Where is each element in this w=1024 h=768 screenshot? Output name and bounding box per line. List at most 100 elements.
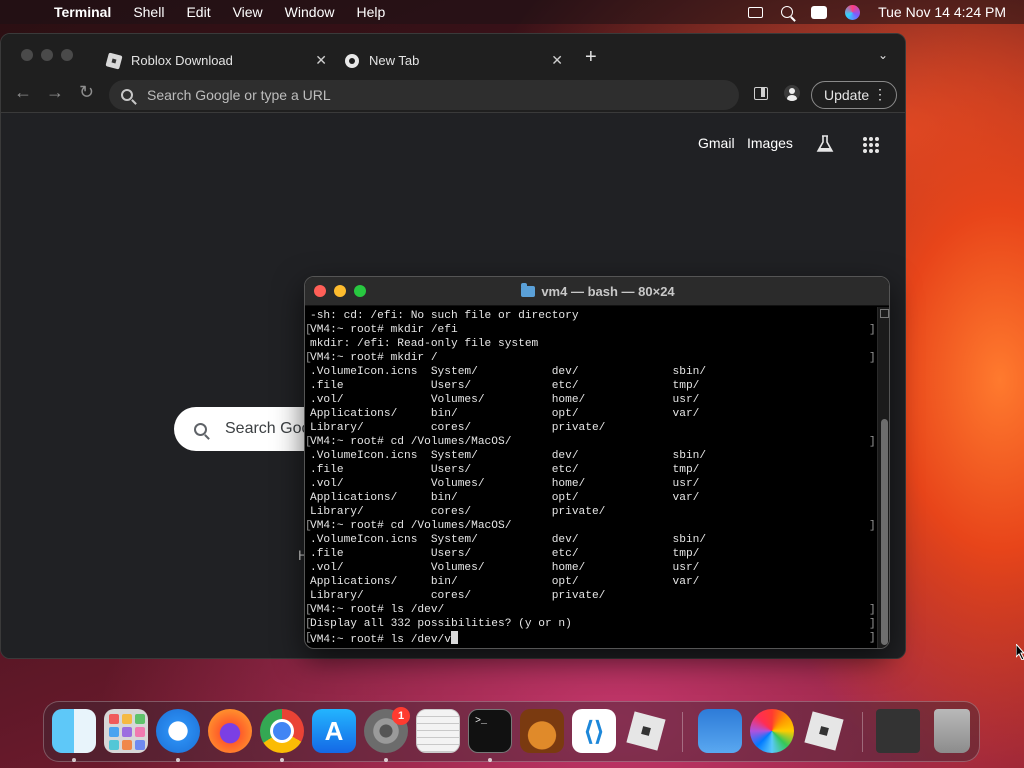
spotlight-search-icon[interactable] <box>781 6 794 18</box>
mark-bracket-left: [ <box>305 618 312 630</box>
reload-icon[interactable]: ↻ <box>79 82 94 103</box>
roblox-favicon-icon <box>105 51 123 70</box>
menu-view[interactable]: View <box>233 4 263 20</box>
omnibox-input[interactable] <box>147 87 707 103</box>
terminal-line-text: VM4:~ root# mkdir / <box>310 352 438 364</box>
terminal-line-text: VM4:~ root# cd /Volumes/MacOS/ <box>310 520 512 532</box>
menu-app-terminal[interactable]: Terminal <box>54 4 111 20</box>
terminal-line-text: .file Users/ etc/ tmp/ <box>310 548 700 560</box>
running-indicator <box>280 758 284 762</box>
dock-photos-icon[interactable] <box>750 709 794 753</box>
terminal-line-text: Applications/ bin/ opt/ var/ <box>310 408 700 420</box>
terminal-line-text: .VolumeIcon.icns System/ dev/ sbin/ <box>310 450 707 462</box>
dock-trash-icon[interactable] <box>934 709 970 753</box>
terminal-prompt-line: VM4:~ root# mkdir /[] <box>305 351 877 365</box>
dock-launchpad-icon[interactable] <box>104 709 148 753</box>
scrollbar-thumb[interactable] <box>881 419 888 645</box>
mark-bracket-left: [ <box>305 352 312 364</box>
terminal-output-line: Library/ cores/ private/ <box>310 421 877 435</box>
minimize-window-button[interactable] <box>41 49 53 61</box>
images-link[interactable]: Images <box>747 135 793 151</box>
terminal-line-text: .file Users/ etc/ tmp/ <box>310 464 700 476</box>
mark-bracket-left: [ <box>305 520 312 532</box>
profile-avatar-icon[interactable] <box>784 85 800 101</box>
dock-safari-icon[interactable] <box>156 709 200 753</box>
terminal-prompt-line: VM4:~ root# ls /dev/[] <box>305 603 877 617</box>
folder-icon <box>521 283 536 297</box>
dock-vscode-icon[interactable]: ⟨⟩ <box>572 709 616 753</box>
control-center-icon[interactable] <box>811 5 828 19</box>
screen-mirroring-icon[interactable] <box>748 6 764 18</box>
menu-edit[interactable]: Edit <box>186 4 210 20</box>
mark-bracket-left: [ <box>305 324 312 336</box>
siri-icon[interactable] <box>845 4 861 20</box>
menu-bar-clock[interactable]: Tue Nov 14 4:24 PM <box>878 4 1006 20</box>
more-menu-icon[interactable]: ⋮ <box>873 86 887 103</box>
terminal-prompt-line: VM4:~ root# mkdir /efi[] <box>305 323 877 337</box>
zoom-window-button[interactable] <box>61 49 73 61</box>
update-button[interactable]: Update ⋮ <box>811 81 897 109</box>
terminal-output-line: Applications/ bin/ opt/ var/ <box>310 575 877 589</box>
mark-bracket-right: ] <box>869 436 876 448</box>
mark-bracket-right: ] <box>869 604 876 616</box>
dock: A 1 >_ ⟨⟩ <box>43 701 980 762</box>
close-tab-icon[interactable]: ✕ <box>551 52 563 69</box>
dock-roblox-player-icon[interactable] <box>802 709 846 753</box>
terminal-output[interactable]: -sh: cd: /efi: No such file or directory… <box>305 307 877 648</box>
terminal-line-text: Library/ cores/ private/ <box>310 590 606 602</box>
terminal-output-line: mkdir: /efi: Read-only file system <box>310 337 877 351</box>
terminal-line-text: mkdir: /efi: Read-only file system <box>310 338 539 350</box>
terminal-line-text: VM4:~ root# ls /dev/ <box>310 604 445 616</box>
terminal-line-text: -sh: cd: /efi: No such file or directory <box>310 310 579 322</box>
terminal-output-line: .vol/ Volumes/ home/ usr/ <box>310 477 877 491</box>
terminal-title-bar: vm4 — bash — 80×24 <box>305 277 889 306</box>
dock-garageband-icon[interactable] <box>520 709 564 753</box>
update-label: Update <box>824 87 870 103</box>
chrome-favicon-icon <box>345 53 359 68</box>
dock-terminal-icon[interactable]: >_ <box>468 709 512 753</box>
terminal-output-line: .vol/ Volumes/ home/ usr/ <box>310 393 877 407</box>
tab-new-tab[interactable]: New Tab ✕ <box>345 43 563 78</box>
mark-bracket-right: ] <box>869 618 876 630</box>
terminal-line-text: .vol/ Volumes/ home/ usr/ <box>310 562 700 574</box>
close-tab-icon[interactable]: ✕ <box>315 52 327 69</box>
side-panel-icon[interactable] <box>754 87 768 100</box>
split-pane-icon[interactable] <box>880 309 889 318</box>
text-cursor <box>451 631 458 644</box>
close-window-button[interactable] <box>21 49 33 61</box>
dock-roblox-icon[interactable] <box>624 709 668 753</box>
terminal-output-line: .VolumeIcon.icns System/ dev/ sbin/ <box>310 365 877 379</box>
gmail-link[interactable]: Gmail <box>698 135 735 151</box>
google-apps-icon[interactable] <box>863 137 879 153</box>
dock-textedit-icon[interactable] <box>416 709 460 753</box>
new-tab-button[interactable]: + <box>585 47 597 67</box>
dock-weather-icon[interactable] <box>698 709 742 753</box>
labs-flask-icon[interactable] <box>816 135 834 153</box>
google-search-placeholder: Search Goo <box>225 420 311 437</box>
terminal-line-text: .file Users/ etc/ tmp/ <box>310 380 700 392</box>
terminal-scrollbar[interactable] <box>877 307 889 648</box>
dock-chrome-icon[interactable] <box>260 709 304 753</box>
search-icon <box>121 89 133 101</box>
mark-bracket-right: ] <box>869 324 876 336</box>
forward-arrow-icon[interactable]: → <box>46 82 64 103</box>
tab-label: Roblox Download <box>131 53 233 68</box>
menu-help[interactable]: Help <box>356 4 385 20</box>
running-indicator <box>384 758 388 762</box>
dock-firefox-icon[interactable] <box>208 709 252 753</box>
terminal-line-text: Library/ cores/ private/ <box>310 506 606 518</box>
terminal-line-text: VM4:~ root# ls /dev/v <box>310 634 451 646</box>
terminal-prompt-glyph: >_ <box>475 716 488 727</box>
dock-finder-icon[interactable] <box>52 709 96 753</box>
dock-separator <box>862 712 863 752</box>
terminal-prompt-line: VM4:~ root# cd /Volumes/MacOS/[] <box>305 519 877 533</box>
address-bar[interactable] <box>109 80 739 110</box>
dock-recent-window-icon[interactable] <box>876 709 920 753</box>
menu-shell[interactable]: Shell <box>133 4 164 20</box>
dock-app-store-icon[interactable]: A <box>312 709 356 753</box>
tab-search-chevron-icon[interactable]: ⌄ <box>878 48 888 62</box>
back-arrow-icon[interactable]: ← <box>14 82 32 103</box>
mark-bracket-left: [ <box>305 632 312 644</box>
tab-roblox-download[interactable]: Roblox Download ✕ <box>105 43 327 78</box>
menu-window[interactable]: Window <box>285 4 335 20</box>
